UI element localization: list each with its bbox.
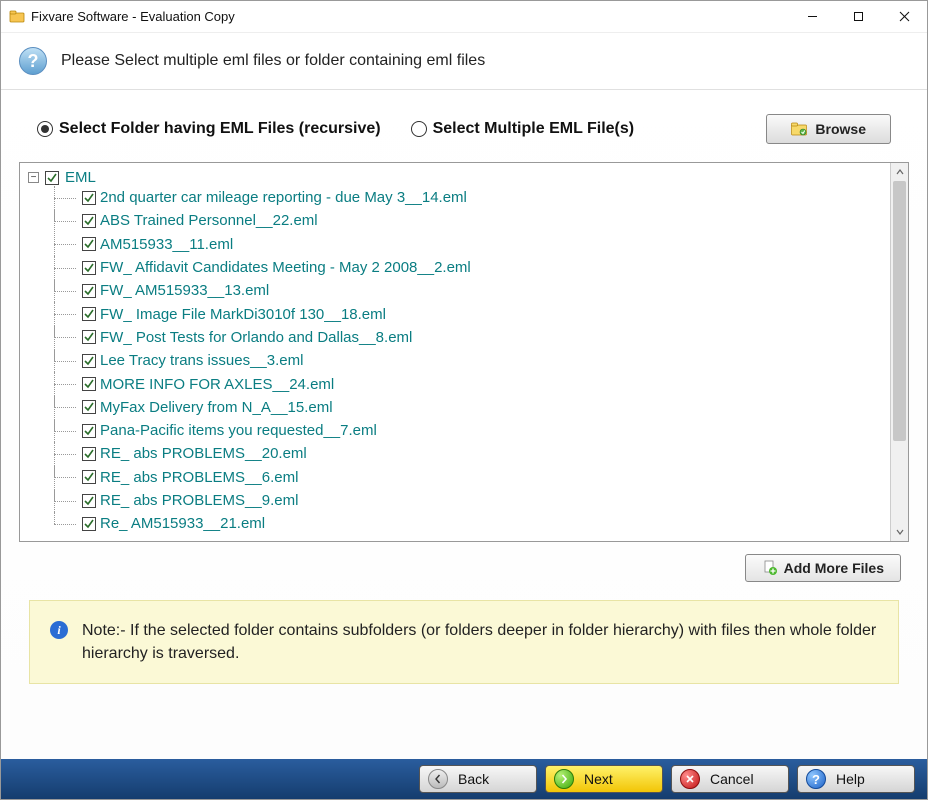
app-icon bbox=[9, 9, 25, 25]
file-item[interactable]: RE_ abs PROBLEMS__9.eml bbox=[54, 489, 900, 512]
checkbox-icon[interactable] bbox=[45, 171, 59, 185]
checkbox-icon[interactable] bbox=[82, 237, 96, 251]
checkbox-icon[interactable] bbox=[82, 377, 96, 391]
checkbox-icon[interactable] bbox=[82, 191, 96, 205]
file-label: MORE INFO FOR AXLES__24.eml bbox=[100, 376, 334, 393]
instruction-text: Please Select multiple eml files or fold… bbox=[61, 52, 485, 70]
add-more-label: Add More Files bbox=[784, 560, 884, 576]
collapse-icon[interactable]: − bbox=[28, 172, 39, 183]
app-window: Fixvare Software - Evaluation Copy ? Ple… bbox=[0, 0, 928, 800]
close-button[interactable] bbox=[881, 1, 927, 33]
footer-bar: Back Next Cancel ? Help bbox=[1, 759, 927, 799]
checkbox-icon[interactable] bbox=[82, 517, 96, 531]
add-more-row: Add More Files bbox=[1, 542, 927, 592]
tree-root[interactable]: − EML bbox=[28, 169, 900, 186]
file-label: Pana-Pacific items you requested__7.eml bbox=[100, 422, 377, 439]
checkbox-icon[interactable] bbox=[82, 447, 96, 461]
next-arrow-icon bbox=[554, 769, 574, 789]
radio-multi-label: Select Multiple EML File(s) bbox=[433, 120, 635, 138]
checkbox-icon[interactable] bbox=[82, 400, 96, 414]
file-label: FW_ Image File MarkDi3010f 130__18.eml bbox=[100, 306, 386, 323]
file-label: Lee Tracy trans issues__3.eml bbox=[100, 352, 303, 369]
checkbox-icon[interactable] bbox=[82, 424, 96, 438]
file-item[interactable]: Re_ AM515933__21.eml bbox=[54, 512, 900, 535]
checkbox-icon[interactable] bbox=[82, 470, 96, 484]
file-item[interactable]: FW_ Image File MarkDi3010f 130__18.eml bbox=[54, 302, 900, 325]
checkbox-icon[interactable] bbox=[82, 261, 96, 275]
checkbox-icon[interactable] bbox=[82, 330, 96, 344]
file-label: FW_ Affidavit Candidates Meeting - May 2… bbox=[100, 259, 471, 276]
file-label: ABS Trained Personnel__22.eml bbox=[100, 212, 318, 229]
file-label: AM515933__11.eml bbox=[100, 236, 233, 253]
maximize-button[interactable] bbox=[835, 1, 881, 33]
help-label: Help bbox=[836, 771, 865, 787]
file-item[interactable]: MORE INFO FOR AXLES__24.eml bbox=[54, 372, 900, 395]
back-arrow-icon bbox=[428, 769, 448, 789]
note-text: Note:- If the selected folder contains s… bbox=[82, 619, 878, 665]
radio-circle-icon bbox=[411, 121, 427, 137]
radio-select-folder[interactable]: Select Folder having EML Files (recursiv… bbox=[37, 120, 381, 138]
file-item[interactable]: FW_ AM515933__13.eml bbox=[54, 279, 900, 302]
scroll-down-icon[interactable] bbox=[891, 523, 908, 541]
tree-root-label: EML bbox=[65, 169, 96, 186]
file-label: FW_ Post Tests for Orlando and Dallas__8… bbox=[100, 329, 412, 346]
radio-circle-icon bbox=[37, 121, 53, 137]
question-icon: ? bbox=[19, 47, 47, 75]
file-item[interactable]: RE_ abs PROBLEMS__20.eml bbox=[54, 442, 900, 465]
scrollbar[interactable] bbox=[890, 163, 908, 541]
cancel-icon bbox=[680, 769, 700, 789]
back-button[interactable]: Back bbox=[419, 765, 537, 793]
browse-button[interactable]: Browse bbox=[766, 114, 891, 144]
radio-select-multiple[interactable]: Select Multiple EML File(s) bbox=[411, 120, 635, 138]
radio-folder-label: Select Folder having EML Files (recursiv… bbox=[59, 120, 381, 138]
main-area: ? Please Select multiple eml files or fo… bbox=[1, 33, 927, 759]
file-label: Re_ AM515933__21.eml bbox=[100, 515, 265, 532]
file-item[interactable]: ABS Trained Personnel__22.eml bbox=[54, 209, 900, 232]
instruction-strip: ? Please Select multiple eml files or fo… bbox=[1, 33, 927, 90]
window-title: Fixvare Software - Evaluation Copy bbox=[31, 9, 789, 24]
info-icon: i bbox=[50, 621, 68, 639]
checkbox-icon[interactable] bbox=[82, 494, 96, 508]
add-more-files-button[interactable]: Add More Files bbox=[745, 554, 901, 582]
file-item[interactable]: RE_ abs PROBLEMS__6.eml bbox=[54, 466, 900, 489]
file-item[interactable]: Lee Tracy trans issues__3.eml bbox=[54, 349, 900, 372]
scroll-thumb[interactable] bbox=[893, 181, 906, 441]
add-file-icon bbox=[762, 560, 778, 576]
help-icon: ? bbox=[806, 769, 826, 789]
cancel-button[interactable]: Cancel bbox=[671, 765, 789, 793]
next-label: Next bbox=[584, 771, 613, 787]
option-row: Select Folder having EML Files (recursiv… bbox=[1, 90, 927, 162]
file-item[interactable]: AM515933__11.eml bbox=[54, 233, 900, 256]
checkbox-icon[interactable] bbox=[82, 354, 96, 368]
file-label: RE_ abs PROBLEMS__9.eml bbox=[100, 492, 298, 509]
folder-icon bbox=[791, 122, 807, 136]
file-label: 2nd quarter car mileage reporting - due … bbox=[100, 189, 467, 206]
next-button[interactable]: Next bbox=[545, 765, 663, 793]
file-label: RE_ abs PROBLEMS__20.eml bbox=[100, 445, 307, 462]
checkbox-icon[interactable] bbox=[82, 214, 96, 228]
file-label: RE_ abs PROBLEMS__6.eml bbox=[100, 469, 298, 486]
checkbox-icon[interactable] bbox=[82, 307, 96, 321]
titlebar: Fixvare Software - Evaluation Copy bbox=[1, 1, 927, 33]
file-item[interactable]: FW_ Post Tests for Orlando and Dallas__8… bbox=[54, 326, 900, 349]
file-item[interactable]: 2nd quarter car mileage reporting - due … bbox=[54, 186, 900, 209]
file-label: FW_ AM515933__13.eml bbox=[100, 282, 269, 299]
file-item[interactable]: MyFax Delivery from N_A__15.eml bbox=[54, 396, 900, 419]
scroll-up-icon[interactable] bbox=[891, 163, 908, 181]
minimize-button[interactable] bbox=[789, 1, 835, 33]
file-item[interactable]: FW_ Affidavit Candidates Meeting - May 2… bbox=[54, 256, 900, 279]
note-box: i Note:- If the selected folder contains… bbox=[29, 600, 899, 684]
file-item[interactable]: Pana-Pacific items you requested__7.eml bbox=[54, 419, 900, 442]
cancel-label: Cancel bbox=[710, 771, 754, 787]
back-label: Back bbox=[458, 771, 489, 787]
help-button[interactable]: ? Help bbox=[797, 765, 915, 793]
browse-label: Browse bbox=[815, 121, 866, 137]
checkbox-icon[interactable] bbox=[82, 284, 96, 298]
file-label: MyFax Delivery from N_A__15.eml bbox=[100, 399, 333, 416]
file-tree: − EML 2nd quarter car mileage reporting … bbox=[19, 162, 909, 542]
